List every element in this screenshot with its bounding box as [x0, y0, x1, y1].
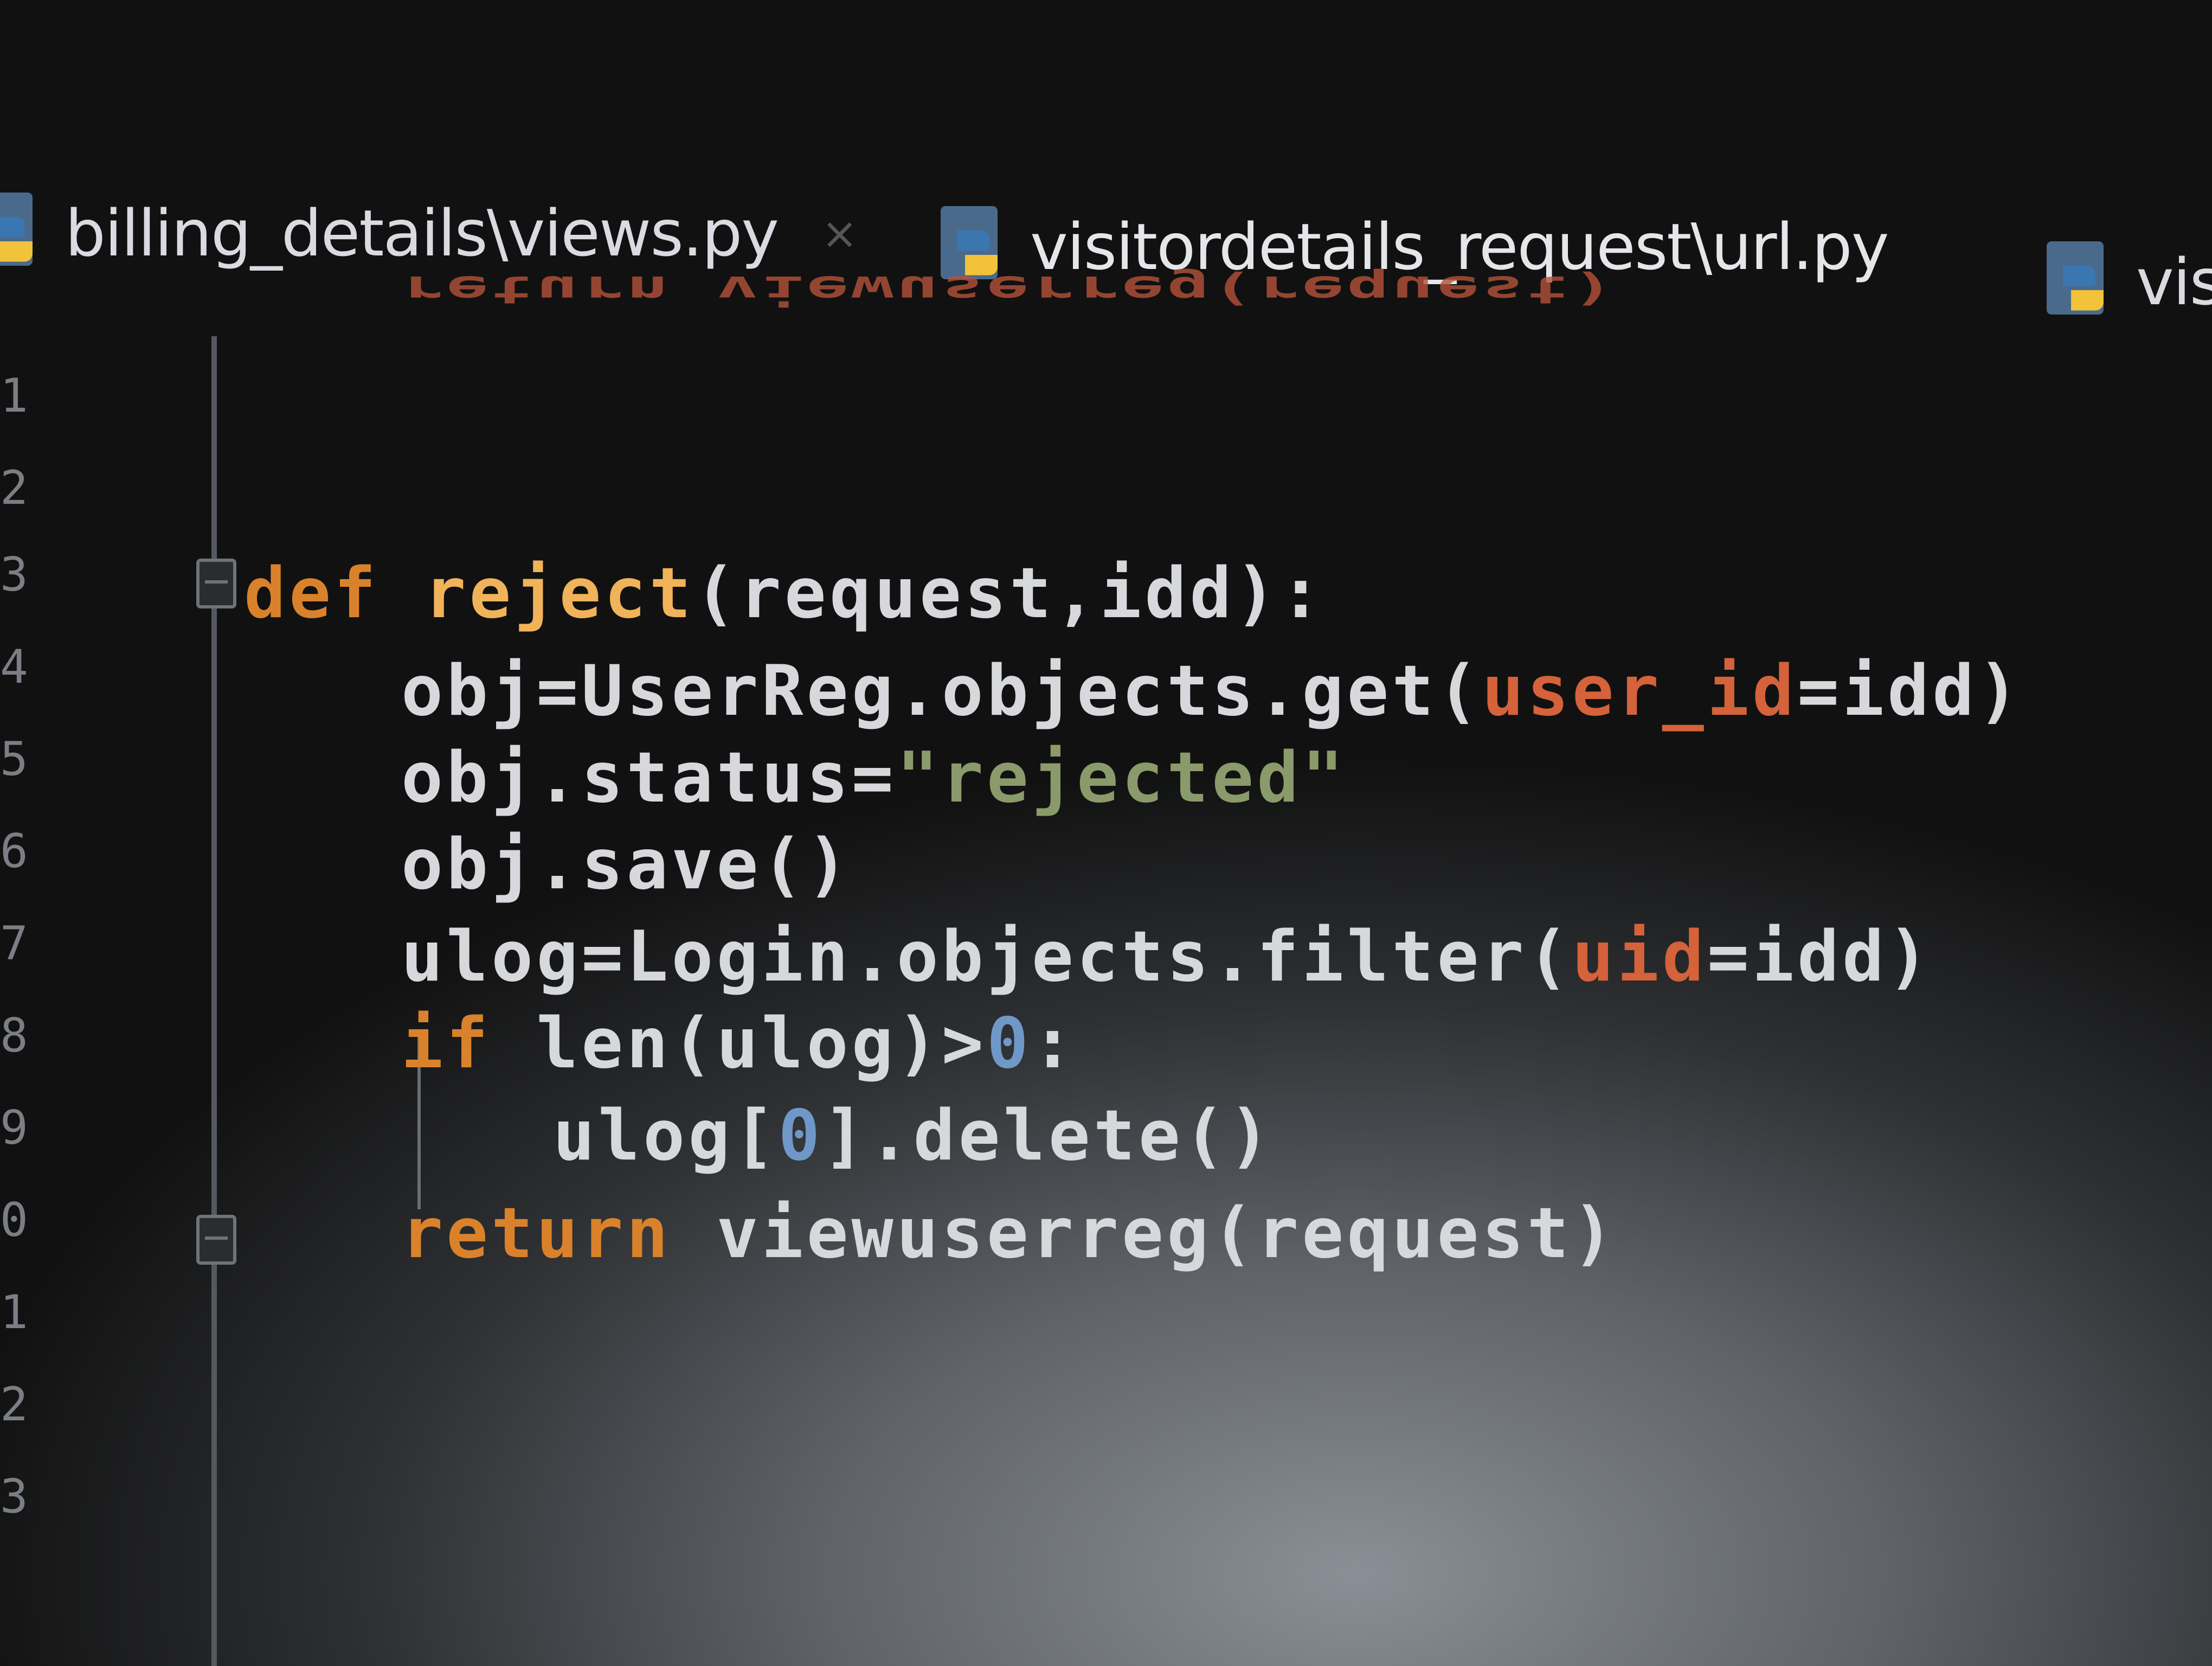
code-token-plain: obj=UserReg.objects.get( — [401, 651, 1482, 732]
code-editor-screen: billing_details\views.py × visitordetail… — [0, 0, 2212, 1666]
code-token-plain: ].delete() — [823, 1095, 1274, 1176]
code-token-num: 0 — [986, 1003, 1032, 1084]
code-token-plain: =idd) — [1797, 651, 2023, 732]
code-token-plain: =idd) — [1707, 917, 1933, 997]
code-token-kw: return — [401, 1193, 672, 1274]
code-token-num: 0 — [778, 1095, 824, 1176]
code-token-plain: : — [1031, 1003, 1077, 1084]
code-token-kw: if — [401, 1003, 492, 1084]
code-token-plain: ulog[ — [553, 1095, 779, 1176]
code-token-plain: obj.save() — [401, 824, 852, 905]
code-line[interactable]: obj.status="rejected" — [401, 738, 1347, 818]
code-line[interactable]: obj=UserReg.objects.get(user_id=idd) — [401, 651, 2022, 732]
code-token-plain: obj.status= — [401, 738, 897, 818]
code-line[interactable]: if len(ulog)>0: — [401, 1003, 1077, 1084]
code-token-plain: (request,idd): — [694, 553, 1325, 634]
code-token-str: "rejected" — [896, 738, 1347, 818]
code-line[interactable]: ulog[0].delete() — [553, 1095, 1274, 1176]
code-line[interactable]: obj.save() — [401, 824, 852, 905]
code-line[interactable]: ulog=Login.objects.filter(uid=idd) — [401, 917, 1932, 997]
code-token-plain: ulog=Login.objects.filter( — [401, 917, 1572, 997]
code-area[interactable]: return viewuserreg(request) def reject(r… — [0, 0, 2212, 1666]
code-token-param: user_id — [1482, 651, 1797, 732]
code-token-fn: reject — [424, 553, 695, 634]
code-token-plain: len(ulog)> — [491, 1003, 987, 1084]
code-token-param: uid — [1572, 917, 1707, 997]
code-token-kw: def — [244, 553, 380, 634]
code-line[interactable]: return viewuserreg(request) — [401, 1193, 1617, 1274]
scrolled-ghost-line: return viewuserreg(request) — [401, 267, 1617, 312]
code-line[interactable]: def reject(request,idd): — [244, 553, 1325, 634]
code-token-plain: viewuserreg(request) — [671, 1193, 1617, 1274]
